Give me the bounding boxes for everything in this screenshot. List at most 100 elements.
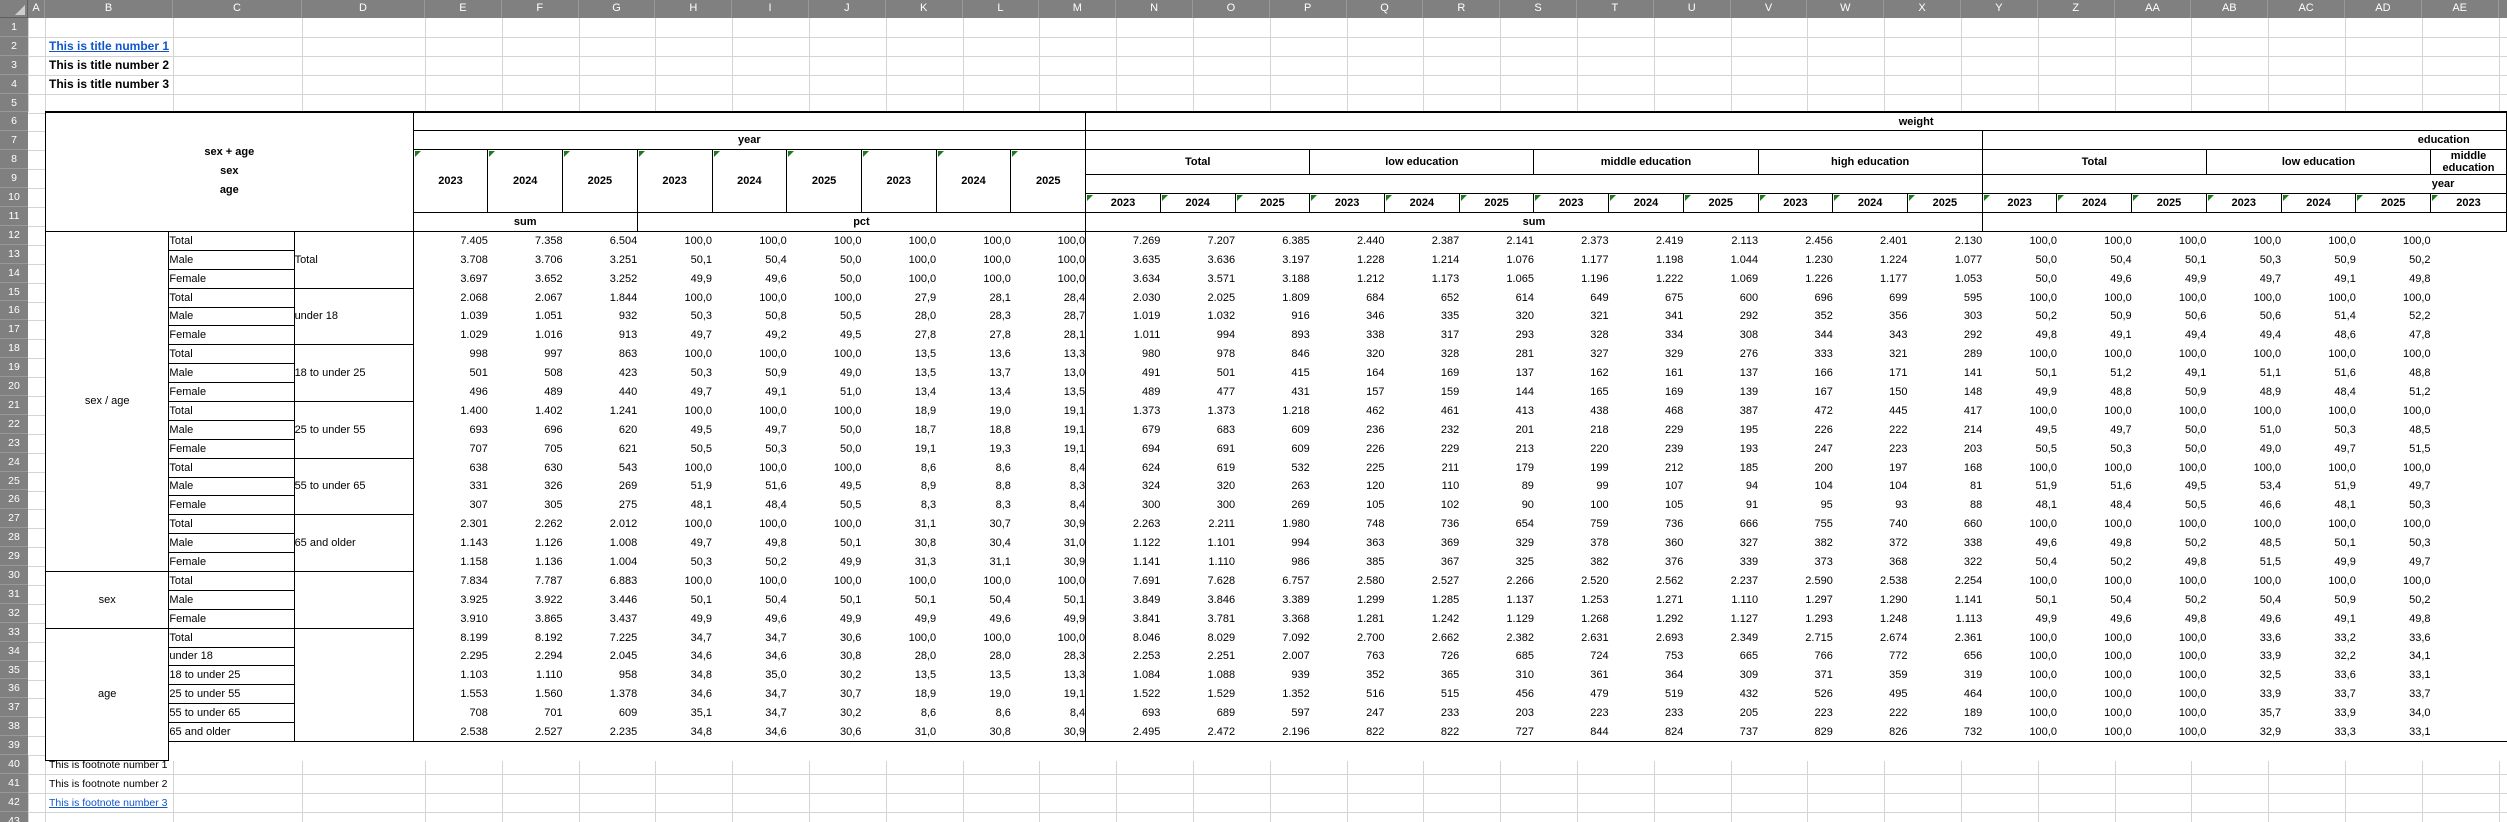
data-cell[interactable]: 1.011 (1086, 326, 1161, 345)
data-cell[interactable]: 48,5 (2206, 534, 2281, 553)
data-cell[interactable]: 100,0 (2356, 401, 2431, 420)
data-cell[interactable]: 3.634 (1086, 269, 1161, 288)
data-cell[interactable]: 33,1 (2356, 723, 2431, 742)
data-cell[interactable]: 48,1 (2281, 496, 2356, 515)
year-header-cell[interactable]: 2024 (1385, 194, 1460, 213)
data-cell[interactable]: 1.844 (563, 288, 638, 307)
data-cell[interactable]: 341 (1609, 307, 1684, 326)
data-cell[interactable]: 47,8 (2356, 326, 2431, 345)
data-cell[interactable]: 100,0 (2356, 288, 2431, 307)
data-cell[interactable]: 50,1 (637, 590, 712, 609)
data-cell[interactable]: 100,0 (1982, 628, 2057, 647)
footnote-3-link[interactable]: This is footnote number 3 (47, 796, 171, 811)
data-cell[interactable]: 100,0 (2057, 704, 2132, 723)
data-cell[interactable]: 28,0 (936, 647, 1011, 666)
row-header-21[interactable]: 21 (0, 396, 28, 415)
data-cell[interactable]: 100,0 (2206, 571, 2281, 590)
data-cell[interactable]: 609 (1235, 439, 1310, 458)
data-cell[interactable]: 179 (1459, 458, 1534, 477)
data-cell[interactable]: 1.297 (1758, 590, 1833, 609)
data-cell[interactable]: 371 (1758, 666, 1833, 685)
row-header-19[interactable]: 19 (0, 358, 28, 377)
year-header-cell[interactable]: 2025 (1011, 150, 1086, 213)
data-cell[interactable]: 423 (563, 364, 638, 383)
data-cell[interactable]: 50,1 (2132, 250, 2207, 269)
data-cell[interactable]: 19,3 (936, 439, 1011, 458)
column-header-D[interactable]: D (302, 0, 425, 18)
data-cell[interactable]: 137 (1683, 364, 1758, 383)
data-cell[interactable]: 35,7 (2206, 704, 2281, 723)
data-cell[interactable]: 226 (1310, 439, 1385, 458)
data-cell[interactable]: 707 (413, 439, 488, 458)
data-cell[interactable]: 100,0 (2281, 231, 2356, 250)
data-cell[interactable]: 49,7 (2206, 269, 2281, 288)
data-cell[interactable]: 1.004 (563, 553, 638, 572)
data-cell[interactable]: 50,1 (861, 590, 936, 609)
data-cell[interactable]: 13,5 (936, 666, 1011, 685)
data-cell[interactable]: 281 (1459, 345, 1534, 364)
data-cell[interactable]: 620 (563, 420, 638, 439)
data-cell[interactable]: 50,0 (2132, 439, 2207, 458)
data-cell[interactable]: 50,3 (2356, 534, 2431, 553)
data-cell[interactable]: 50,1 (787, 590, 862, 609)
age-group-label[interactable]: 18 to under 25 (294, 345, 413, 402)
data-cell[interactable]: 329 (1459, 534, 1534, 553)
data-cell[interactable]: 199 (1534, 458, 1609, 477)
data-cell[interactable]: 1.230 (1758, 250, 1833, 269)
data-cell[interactable]: 3.437 (563, 609, 638, 628)
data-cell[interactable]: 1.292 (1609, 609, 1684, 628)
data-cell[interactable]: 100,0 (712, 515, 787, 534)
data-cell[interactable]: 382 (1758, 534, 1833, 553)
data-cell[interactable]: 321 (1534, 307, 1609, 326)
data-cell[interactable]: 50,3 (712, 439, 787, 458)
data-cell[interactable]: 2.538 (1833, 571, 1908, 590)
year-header-cell[interactable]: 2025 (1235, 194, 1310, 213)
data-cell[interactable]: 321 (1833, 345, 1908, 364)
data-cell[interactable]: 2.235 (563, 723, 638, 742)
data-cell[interactable]: 100,0 (1011, 571, 1086, 590)
data-cell[interactable]: 50,9 (712, 364, 787, 383)
data-cell[interactable]: 352 (1310, 666, 1385, 685)
data-cell[interactable]: 100,0 (861, 571, 936, 590)
data-cell[interactable]: 2.294 (488, 647, 563, 666)
data-cell[interactable]: 699 (1833, 288, 1908, 307)
row-header-42[interactable]: 42 (0, 793, 28, 812)
data-cell[interactable]: 269 (1235, 496, 1310, 515)
data-cell[interactable]: 49,9 (1982, 383, 2057, 402)
column-header-F[interactable]: F (502, 0, 579, 18)
data-cell[interactable]: 100,0 (2057, 231, 2132, 250)
data-cell[interactable]: 516 (1310, 685, 1385, 704)
data-cell[interactable]: 100,0 (2132, 571, 2207, 590)
data-cell[interactable]: 229 (1609, 420, 1684, 439)
data-cell[interactable]: 1.129 (1459, 609, 1534, 628)
row-label[interactable]: Female (169, 553, 294, 572)
data-cell[interactable]: 48,4 (2057, 496, 2132, 515)
data-cell[interactable]: 50,0 (787, 439, 862, 458)
data-cell[interactable]: 229 (1385, 439, 1460, 458)
year-header-cell[interactable]: 2025 (1908, 194, 1983, 213)
header-blank-cell[interactable] (1086, 175, 1983, 194)
data-cell[interactable]: 638 (413, 458, 488, 477)
data-cell[interactable]: 30,8 (787, 647, 862, 666)
data-cell[interactable]: 19,1 (1011, 685, 1086, 704)
data-cell[interactable]: 526 (1758, 685, 1833, 704)
data-cell[interactable]: 2.373 (1534, 231, 1609, 250)
row-header-26[interactable]: 26 (0, 491, 28, 510)
data-cell[interactable]: 28,1 (1011, 326, 1086, 345)
data-cell[interactable]: 51,9 (1982, 477, 2057, 496)
data-cell[interactable]: 33,1 (2356, 666, 2431, 685)
data-cell[interactable] (2431, 496, 2507, 515)
data-cell[interactable] (2431, 553, 2507, 572)
data-cell[interactable]: 2.382 (1459, 628, 1534, 647)
data-cell[interactable] (2431, 515, 2507, 534)
year-header-cell[interactable]: 2023 (1086, 194, 1161, 213)
data-cell[interactable]: 100,0 (2132, 704, 2207, 723)
data-cell[interactable]: 139 (1683, 383, 1758, 402)
data-cell[interactable]: 600 (1683, 288, 1758, 307)
data-cell[interactable]: 50,1 (1011, 590, 1086, 609)
data-cell[interactable]: 50,3 (2206, 250, 2281, 269)
data-cell[interactable]: 13,5 (1011, 383, 1086, 402)
age-group-label[interactable]: under 18 (294, 288, 413, 345)
row-header-27[interactable]: 27 (0, 509, 28, 528)
row-header-40[interactable]: 40 (0, 755, 28, 774)
